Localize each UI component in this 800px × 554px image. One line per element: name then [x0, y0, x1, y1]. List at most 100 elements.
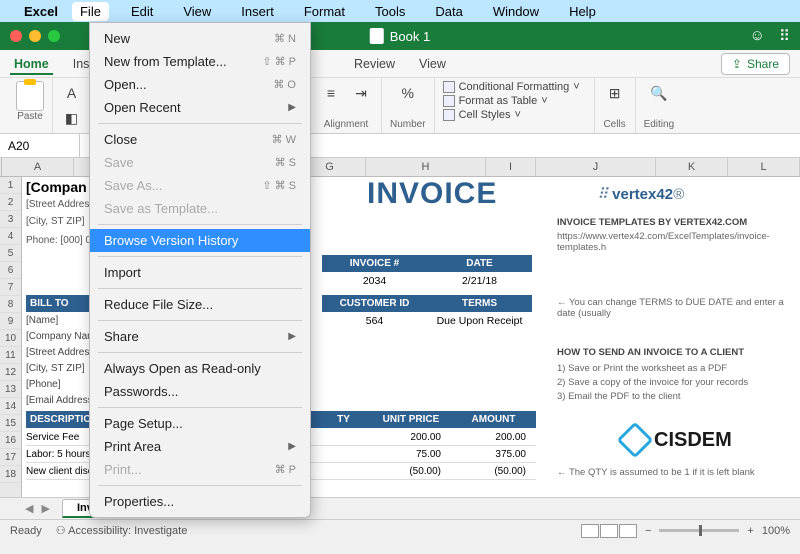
customer-header: CUSTOMER IDTERMS: [322, 295, 532, 312]
ribbon-group-editing: 🔍 Editing: [636, 78, 683, 133]
row-18[interactable]: 18: [0, 466, 21, 483]
align-icon[interactable]: ≡: [319, 81, 343, 105]
window-close-button[interactable]: [10, 30, 22, 42]
chevron-right-icon: ▶: [288, 331, 296, 342]
tab-review[interactable]: Review: [350, 53, 399, 75]
sheet-nav-right-icon[interactable]: ▶: [41, 502, 49, 515]
menu-help[interactable]: Help: [561, 2, 604, 21]
cells-icon[interactable]: ⊞: [603, 81, 627, 105]
wrap-icon[interactable]: ⇥: [349, 81, 373, 105]
file-open-recent[interactable]: Open Recent▶: [90, 96, 310, 119]
percent-icon[interactable]: %: [396, 81, 420, 105]
col-K[interactable]: K: [656, 158, 728, 176]
chevron-down-icon: ˅: [515, 109, 521, 121]
file-saveas[interactable]: Save As...⇧ ⌘ S: [90, 174, 310, 197]
template-credit: INVOICE TEMPLATES BY VERTEX42.COM: [557, 217, 747, 228]
file-reduce[interactable]: Reduce File Size...: [90, 293, 310, 316]
window-minimize-button[interactable]: [29, 30, 41, 42]
menu-insert[interactable]: Insert: [233, 2, 282, 21]
tab-home[interactable]: Home: [10, 53, 53, 75]
file-new-template[interactable]: New from Template...⇧ ⌘ P: [90, 50, 310, 73]
zoom-in-button[interactable]: +: [747, 525, 753, 537]
terms-note: ← You can change TERMS to DUE DATE and e…: [557, 297, 800, 319]
row-13[interactable]: 13: [0, 381, 21, 398]
row-1[interactable]: 1: [0, 177, 21, 194]
fill-color-icon[interactable]: ◧: [60, 106, 84, 130]
qty-note: ← The QTY is assumed to be 1 if it is le…: [557, 467, 755, 478]
vertex42-logo: ⠿ vertex42®: [597, 185, 684, 203]
file-readonly[interactable]: Always Open as Read-only: [90, 357, 310, 380]
col-A[interactable]: A: [2, 158, 74, 176]
view-buttons[interactable]: [581, 524, 637, 538]
cell-styles-icon: [443, 109, 455, 121]
menu-tools[interactable]: Tools: [367, 2, 413, 21]
company-name: [Compan: [26, 179, 87, 195]
file-save[interactable]: Save⌘ S: [90, 151, 310, 174]
file-print[interactable]: Print...⌘ P: [90, 458, 310, 481]
row-7[interactable]: 7: [0, 279, 21, 296]
file-passwords[interactable]: Passwords...: [90, 380, 310, 403]
menu-file[interactable]: File: [72, 2, 109, 21]
accessibility-checker[interactable]: ⚇ Accessibility: Investigate: [56, 524, 188, 537]
col-I[interactable]: I: [486, 158, 536, 176]
menu-window[interactable]: Window: [485, 2, 547, 21]
row-17[interactable]: 17: [0, 449, 21, 466]
font-color-icon[interactable]: A: [60, 81, 84, 105]
customer-data: 564Due Upon Receipt: [322, 313, 532, 329]
row-15[interactable]: 15: [0, 415, 21, 432]
row-9[interactable]: 9: [0, 313, 21, 330]
file-printarea[interactable]: Print Area▶: [90, 435, 310, 458]
ribbon-group-styles: Conditional Formatting ˅ Format as Table…: [435, 78, 595, 133]
menu-format[interactable]: Format: [296, 2, 353, 21]
file-properties[interactable]: Properties...: [90, 490, 310, 513]
row-2[interactable]: 2: [0, 194, 21, 211]
file-browse-version-history[interactable]: Browse Version History: [90, 229, 310, 252]
app-name[interactable]: Excel: [24, 4, 58, 19]
col-H[interactable]: H: [366, 158, 486, 176]
cell-styles-button[interactable]: Cell Styles ˅: [443, 109, 580, 121]
file-savetpl[interactable]: Save as Template...: [90, 197, 310, 220]
file-open[interactable]: Open...⌘ O: [90, 73, 310, 96]
mac-menubar: Excel File Edit View Insert Format Tools…: [0, 0, 800, 22]
file-import[interactable]: Import: [90, 261, 310, 284]
format-as-table-button[interactable]: Format as Table ˅: [443, 95, 580, 107]
col-J[interactable]: J: [536, 158, 656, 176]
menu-edit[interactable]: Edit: [123, 2, 161, 21]
col-L[interactable]: L: [728, 158, 800, 176]
menu-data[interactable]: Data: [427, 2, 470, 21]
city-zip: [City, ST ZIP]: [26, 216, 85, 227]
row-5[interactable]: 5: [0, 245, 21, 262]
row-4[interactable]: 4: [0, 228, 21, 245]
sheet-nav-left-icon[interactable]: ◀: [25, 502, 33, 515]
row-8[interactable]: 8: [0, 296, 21, 313]
menu-view[interactable]: View: [175, 2, 219, 21]
row-6[interactable]: 6: [0, 262, 21, 279]
row-16[interactable]: 16: [0, 432, 21, 449]
row-10[interactable]: 10: [0, 330, 21, 347]
file-close[interactable]: Close⌘ W: [90, 128, 310, 151]
find-icon[interactable]: 🔍: [647, 81, 671, 105]
chevron-right-icon: ▶: [288, 441, 296, 452]
zoom-slider[interactable]: [659, 529, 739, 532]
overflow-icon[interactable]: ⠿: [779, 27, 790, 45]
paste-button[interactable]: Paste: [16, 81, 44, 122]
row-12[interactable]: 12: [0, 364, 21, 381]
row-3[interactable]: 3: [0, 211, 21, 228]
tab-view[interactable]: View: [415, 53, 450, 75]
file-share[interactable]: Share▶: [90, 325, 310, 348]
ribbon-group-font: A ◧: [53, 78, 91, 133]
document-icon: [370, 28, 384, 44]
file-new[interactable]: New⌘ N: [90, 27, 310, 50]
name-box[interactable]: A20: [0, 134, 80, 157]
zoom-out-button[interactable]: −: [645, 525, 651, 537]
zoom-level[interactable]: 100%: [762, 525, 790, 537]
share-button[interactable]: ⇪Share: [721, 53, 790, 75]
window-maximize-button[interactable]: [48, 30, 60, 42]
conditional-formatting-button[interactable]: Conditional Formatting ˅: [443, 81, 580, 93]
row-14[interactable]: 14: [0, 398, 21, 415]
share-icon: ⇪: [732, 57, 742, 71]
file-pagesetup[interactable]: Page Setup...: [90, 412, 310, 435]
row-11[interactable]: 11: [0, 347, 21, 364]
account-icon[interactable]: ☺: [750, 27, 765, 45]
ribbon-group-number: % Number: [382, 78, 435, 133]
